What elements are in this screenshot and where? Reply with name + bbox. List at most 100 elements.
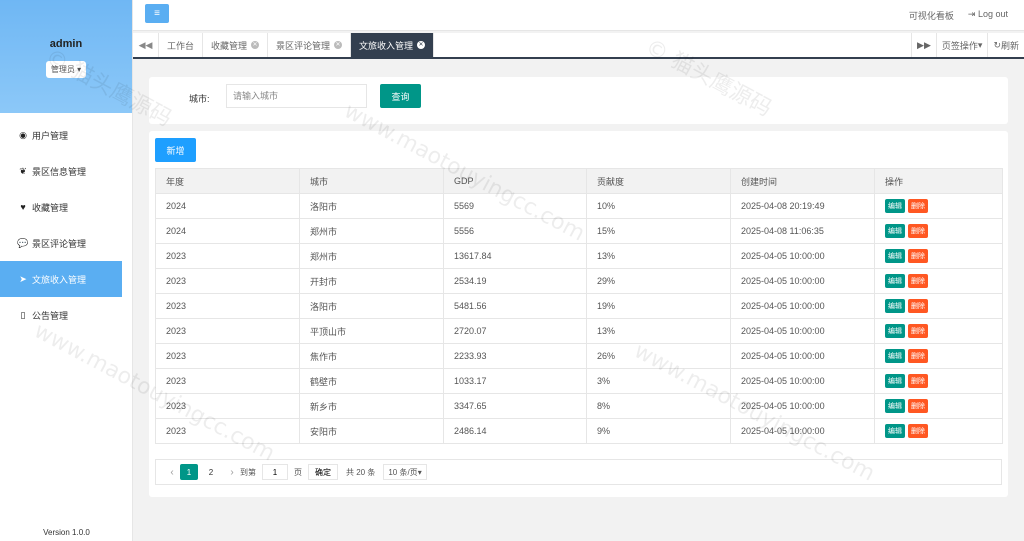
cell-contribution: 13%: [586, 243, 731, 269]
role-label: 管理员: [50, 65, 75, 74]
caret-down-icon: ▾: [977, 39, 983, 50]
cell-contribution: 29%: [586, 268, 731, 294]
cell-contribution: 15%: [586, 218, 731, 244]
cell-created-time: 2025-04-05 10:00:00: [730, 343, 875, 369]
role-dropdown[interactable]: 管理员 ▾: [45, 61, 87, 78]
tabs-scroll-right-button[interactable]: ▶▶: [911, 33, 936, 57]
leaf-icon: ❦: [19, 165, 27, 176]
edit-button[interactable]: 编辑: [885, 249, 905, 263]
edit-button[interactable]: 编辑: [885, 224, 905, 238]
close-icon[interactable]: ✕: [334, 41, 343, 49]
edit-button[interactable]: 编辑: [885, 424, 905, 438]
paper-plane-icon: ➤: [19, 273, 27, 284]
cell-contribution: 26%: [586, 343, 731, 369]
version-label: Version 1.0.0: [43, 528, 90, 537]
city-label: 城市:: [189, 94, 210, 104]
page-1-button[interactable]: 1: [180, 464, 198, 480]
cell-city: 焦作市: [299, 343, 444, 369]
cell-year: 2023: [155, 243, 300, 269]
sidebar-item-scenic-info[interactable]: ❦ 景区信息管理: [0, 153, 132, 189]
cell-gdp: 2486.14: [443, 418, 587, 444]
cell-created-time: 2025-04-08 11:06:35: [730, 218, 875, 244]
sign-out-icon: ⇥: [967, 9, 976, 19]
delete-button[interactable]: 删除: [908, 199, 928, 213]
edit-button[interactable]: 编辑: [885, 274, 905, 288]
tab-favorites[interactable]: 收藏管理 ✕: [203, 33, 269, 57]
delete-button[interactable]: 删除: [908, 349, 928, 363]
delete-button[interactable]: 删除: [908, 324, 928, 338]
cell-year: 2023: [155, 293, 300, 319]
delete-button[interactable]: 删除: [908, 224, 928, 238]
top-right-links: 可视化看板 ⇥ Log out: [909, 9, 1008, 22]
cell-city: 鹤壁市: [299, 368, 444, 394]
sidebar-item-comments[interactable]: 💬 景区评论管理: [0, 225, 132, 261]
edit-button[interactable]: 编辑: [885, 349, 905, 363]
table-wrapper: 年度 城市 GDP 贡献度 创建时间 操作 2024 洛阳市 5569 10% 2025…: [155, 168, 1003, 444]
next-page-icon[interactable]: ›: [224, 467, 240, 478]
sidebar-header: admin 管理员 ▾: [0, 0, 132, 113]
cell-contribution: 13%: [586, 318, 731, 344]
edit-button[interactable]: 编辑: [885, 324, 905, 338]
sidebar-item-favorites[interactable]: ♥ 收藏管理: [0, 189, 132, 225]
goto-suffix: 页: [294, 467, 302, 477]
cell-gdp: 2534.19: [443, 268, 587, 294]
goto-confirm-button[interactable]: 确定: [308, 464, 338, 480]
refresh-button[interactable]: ↻ 刷新: [987, 33, 1024, 57]
delete-button[interactable]: 删除: [908, 374, 928, 388]
close-icon[interactable]: ✕: [251, 41, 260, 49]
table-body: 2024 洛阳市 5569 10% 2025-04-08 20:19:49 编辑 删除 202…: [155, 193, 1003, 444]
delete-button[interactable]: 删除: [908, 274, 928, 288]
cell-created-time: 2025-04-05 10:00:00: [730, 243, 875, 269]
cell-actions: 编辑 删除: [874, 368, 1003, 394]
tab-workbench[interactable]: 工作台: [159, 33, 204, 57]
cell-created-time: 2025-04-08 20:19:49: [730, 193, 875, 219]
delete-button[interactable]: 删除: [908, 424, 928, 438]
tab-tourism-income[interactable]: 文旅收入管理 ✕: [351, 33, 435, 57]
query-button[interactable]: 查询: [380, 84, 421, 108]
data-table-panel: 新增 年度 城市 GDP 贡献度 创建时间 操作 2024 洛阳市 5569 10% 2…: [149, 131, 1008, 497]
goto-page-input[interactable]: [262, 464, 288, 480]
page-size-select[interactable]: 10 条/页 ▾: [383, 464, 427, 480]
cell-year: 2023: [155, 393, 300, 419]
cell-contribution: 19%: [586, 293, 731, 319]
cell-year: 2023: [155, 343, 300, 369]
top-bar: ≡ 可视化看板 ⇥ Log out: [133, 0, 1024, 31]
cell-gdp: 13617.84: [443, 243, 587, 269]
cell-city: 平顶山市: [299, 318, 444, 344]
edit-button[interactable]: 编辑: [885, 199, 905, 213]
header-contribution: 贡献度: [586, 168, 731, 194]
tabs-scroll-left-button[interactable]: ◀◀: [133, 33, 159, 57]
edit-button[interactable]: 编辑: [885, 299, 905, 313]
table-row: 2023 安阳市 2486.14 9% 2025-04-05 10:00:00 编辑 删除: [155, 418, 1003, 444]
sidebar-item-notices[interactable]: ▯ 公告管理: [0, 297, 132, 333]
cell-gdp: 5556: [443, 218, 587, 244]
close-icon[interactable]: ✕: [417, 41, 426, 49]
header-actions: 操作: [874, 168, 1003, 194]
city-search-input[interactable]: [226, 84, 367, 108]
dashboard-link[interactable]: 可视化看板: [909, 9, 954, 22]
delete-button[interactable]: 删除: [908, 399, 928, 413]
cell-year: 2024: [155, 218, 300, 244]
cell-contribution: 10%: [586, 193, 731, 219]
prev-page-icon[interactable]: ‹: [164, 467, 180, 478]
cell-actions: 编辑 删除: [874, 218, 1003, 244]
cell-actions: 编辑 删除: [874, 318, 1003, 344]
sidebar-item-tourism-income[interactable]: ➤ 文旅收入管理: [0, 261, 122, 297]
logout-link[interactable]: ⇥ Log out: [968, 9, 1008, 22]
sidebar-item-users[interactable]: ◉ 用户管理: [0, 117, 132, 153]
page-ops-dropdown[interactable]: 页签操作 ▾: [935, 33, 988, 57]
menu-toggle-button[interactable]: ≡: [145, 4, 169, 23]
table-row: 2024 郑州市 5556 15% 2025-04-08 11:06:35 编辑 删除: [155, 218, 1003, 244]
edit-button[interactable]: 编辑: [885, 374, 905, 388]
cell-year: 2023: [155, 418, 300, 444]
user-circle-icon: ◉: [19, 129, 27, 140]
forward-icon: ▶▶: [917, 39, 931, 50]
table-header-row: 年度 城市 GDP 贡献度 创建时间 操作: [155, 168, 1003, 194]
cell-city: 郑州市: [299, 218, 444, 244]
page-2-button[interactable]: 2: [202, 464, 220, 480]
delete-button[interactable]: 删除: [908, 249, 928, 263]
delete-button[interactable]: 删除: [908, 299, 928, 313]
edit-button[interactable]: 编辑: [885, 399, 905, 413]
tab-comments[interactable]: 景区评论管理 ✕: [268, 33, 352, 57]
add-button[interactable]: 新增: [155, 138, 196, 162]
